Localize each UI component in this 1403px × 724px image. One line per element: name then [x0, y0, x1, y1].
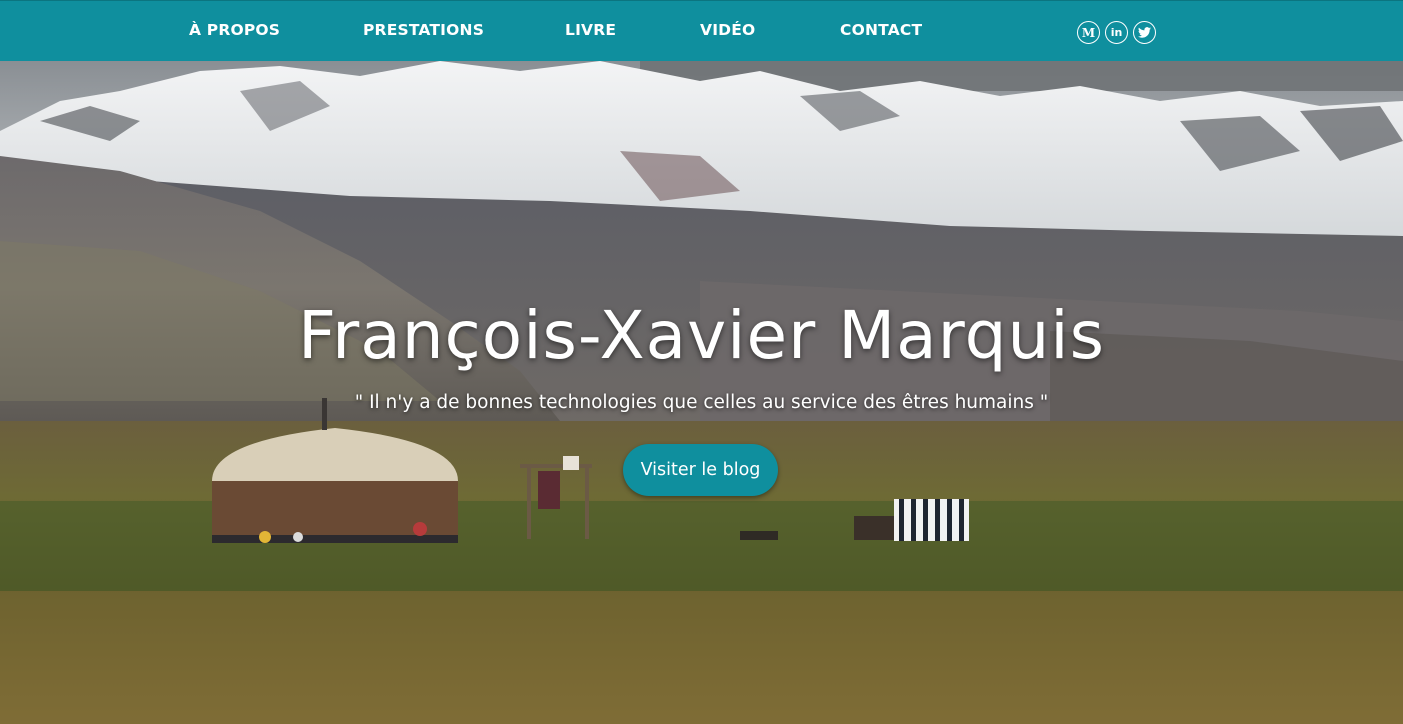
nav-link-a-propos[interactable]: À PROPOS [189, 21, 280, 39]
medium-icon[interactable]: M [1077, 21, 1100, 44]
nav-link-livre[interactable]: LIVRE [565, 21, 616, 39]
twitter-icon[interactable] [1133, 21, 1156, 44]
nav-link-contact[interactable]: CONTACT [840, 21, 922, 39]
visit-blog-button[interactable]: Visiter le blog [623, 444, 778, 496]
medium-glyph: M [1081, 25, 1096, 40]
hero-quote: " Il n'y a de bonnes technologies que ce… [354, 392, 1049, 413]
hero-title: François-Xavier Marquis [297, 297, 1106, 374]
top-navbar: À PROPOS PRESTATIONS LIVRE VIDÉO CONTACT… [0, 0, 1403, 61]
twitter-bird-icon [1138, 27, 1151, 38]
nav-link-prestations[interactable]: PRESTATIONS [363, 21, 484, 39]
nav-link-video[interactable]: VIDÉO [700, 21, 755, 39]
linkedin-icon[interactable]: in [1105, 21, 1128, 44]
linkedin-glyph: in [1110, 26, 1123, 39]
hero-section: François-Xavier Marquis " Il n'y a de bo… [0, 61, 1403, 724]
